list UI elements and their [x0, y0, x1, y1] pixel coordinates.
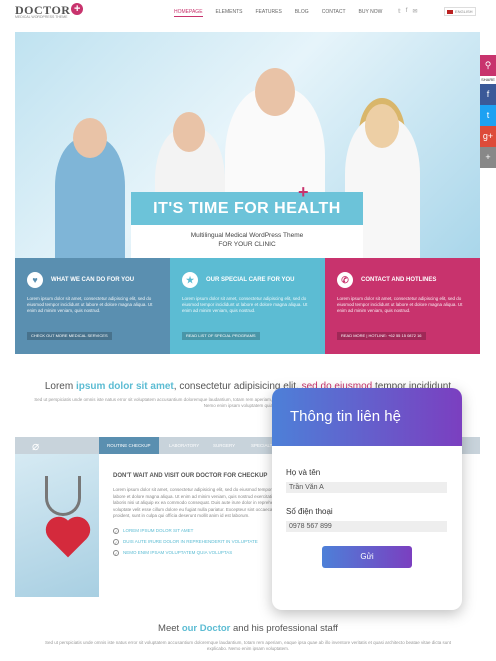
feature-box: ♥ WHAT WE CAN DO FOR YOU Lorem ipsum dolo…	[15, 258, 170, 354]
nav-buy-now[interactable]: BUY NOW	[359, 9, 383, 17]
doctor-head	[73, 118, 107, 158]
nav-elements[interactable]: ELEMENTS	[216, 9, 243, 17]
phone-icon: ✆	[337, 272, 353, 288]
hero-subtitle: Multilingual Medical WordPress Theme FOR…	[131, 225, 363, 258]
facebook-icon[interactable]: f	[406, 8, 408, 15]
modal-title: Thông tin liên hệ	[272, 388, 462, 446]
language-selector[interactable]: ENGLISH	[444, 7, 476, 16]
twitter-icon[interactable]: t	[480, 105, 496, 126]
main-nav: HOMEPAGE ELEMENTS FEATURES BLOG CONTACT …	[174, 9, 395, 17]
name-field[interactable]: Trần Văn A	[286, 482, 447, 493]
flag-icon	[447, 9, 453, 14]
social-links: 𝕥 f ✉	[398, 8, 418, 15]
feature-button[interactable]: READ MORE | HOTLINE: +62 55 15 0872 16	[337, 332, 426, 340]
check-icon: ✓	[113, 527, 119, 534]
facebook-icon[interactable]: f	[480, 84, 496, 105]
email-icon[interactable]: ✉	[412, 8, 417, 15]
doctor-head	[365, 104, 399, 148]
feature-box: ★ OUR SPECIAL CARE FOR YOU Lorem ipsum do…	[170, 258, 325, 354]
site-header: DOCTOR + MEDICAL WORDPRESS THEME HOMEPAGE…	[0, 0, 496, 26]
contact-modal: Thông tin liên hệ Họ và tên Trần Văn A S…	[272, 388, 462, 610]
name-label: Họ và tên	[286, 468, 321, 477]
phone-label: Số điện thoại	[286, 507, 333, 516]
doctor-head	[255, 68, 295, 116]
doctor-head	[173, 112, 205, 152]
tab-surgery[interactable]: SURGERY	[205, 437, 243, 454]
nav-features[interactable]: FEATURES	[255, 9, 281, 17]
nav-blog[interactable]: BLOG	[295, 9, 309, 17]
nav-homepage[interactable]: HOMEPAGE	[174, 9, 203, 17]
tab-laboratory[interactable]: LABORATORY	[161, 437, 207, 454]
google-plus-icon[interactable]: g+	[480, 126, 496, 147]
check-icon: ✓	[113, 549, 119, 556]
staff-title: Meet our Doctor and his professional sta…	[158, 623, 338, 634]
twitter-icon[interactable]: 𝕥	[398, 8, 401, 15]
submit-button[interactable]: Gửi	[322, 546, 412, 568]
share-label: SHARE	[480, 76, 496, 84]
feature-box: ✆ CONTACT AND HOTLINES Lorem ipsum dolor …	[325, 258, 480, 354]
heart-icon: ♥	[27, 272, 43, 288]
plus-icon[interactable]: +	[480, 147, 496, 168]
pin-icon[interactable]: ⚲	[480, 55, 496, 76]
phone-field[interactable]: 0978 567 899	[286, 521, 447, 532]
feature-button[interactable]: CHECK OUT MORE MEDICAL SERVICES	[27, 332, 112, 340]
stethoscope-icon	[45, 476, 81, 516]
nav-contact[interactable]: CONTACT	[322, 9, 346, 17]
logo-tagline: MEDICAL WORDPRESS THEME	[15, 15, 68, 19]
feature-button[interactable]: READ LIST OF SPECIAL PROGRAMS	[182, 332, 260, 340]
staff-text: Sed ut perspiciatis unde omnis iste natu…	[45, 640, 451, 651]
hero-banner: IT'S TIME FOR HEALTH CARE	[131, 192, 363, 250]
heart-icon	[49, 520, 87, 558]
feature-boxes: ♥ WHAT WE CAN DO FOR YOU Lorem ipsum dolo…	[15, 258, 480, 354]
plus-icon: +	[298, 182, 309, 202]
checkup-image	[15, 454, 99, 597]
check-icon: ✓	[113, 538, 119, 545]
share-bar: ⚲ SHARE f t g+ +	[480, 55, 496, 168]
star-icon: ★	[182, 272, 198, 288]
plus-icon: +	[71, 3, 84, 15]
paperclip-icon: ⌀	[32, 439, 40, 453]
hero-section: IT'S TIME FOR HEALTH CARE + Multilingual…	[15, 32, 480, 258]
tab-routine-checkup[interactable]: ROUTINE CHECKUP	[99, 437, 159, 454]
